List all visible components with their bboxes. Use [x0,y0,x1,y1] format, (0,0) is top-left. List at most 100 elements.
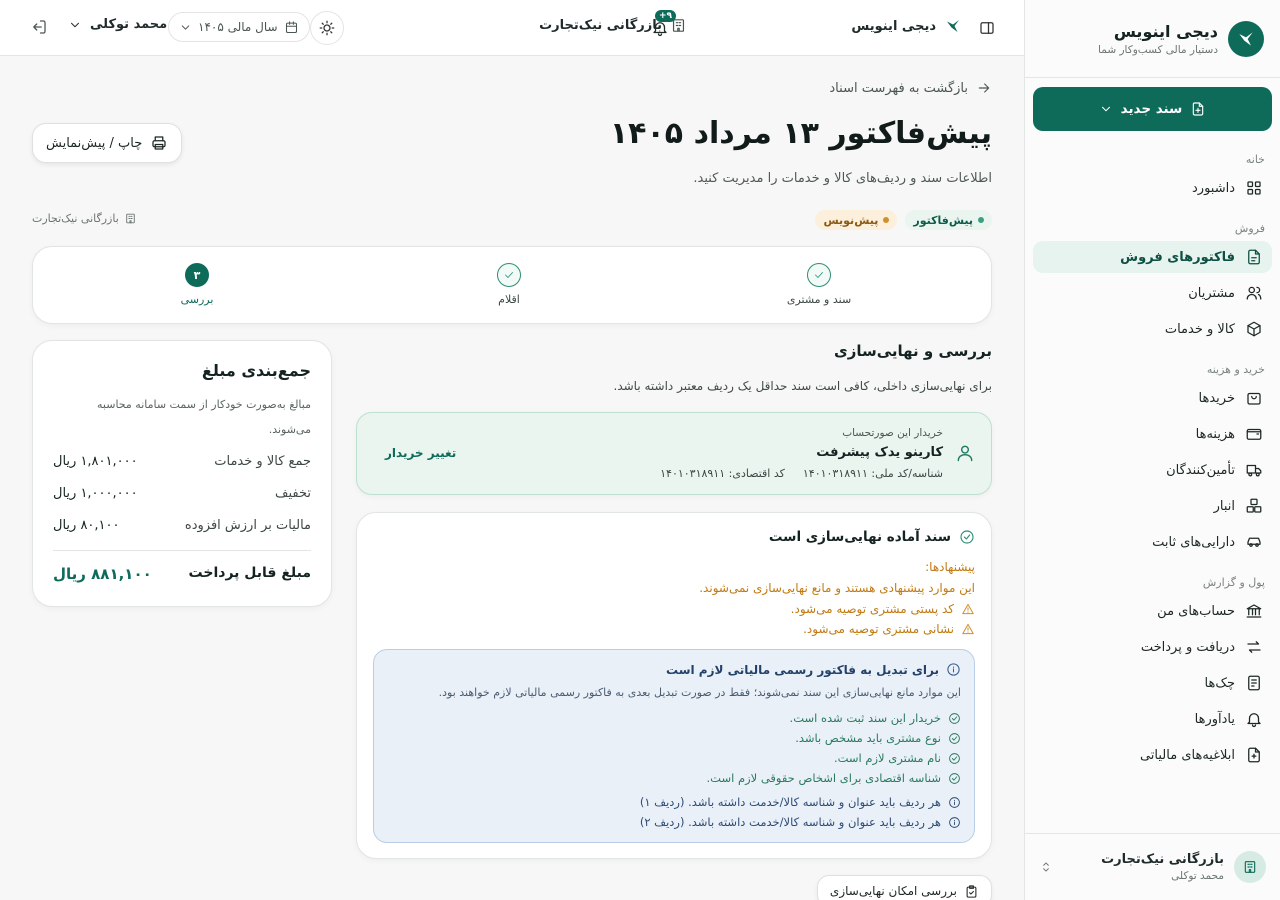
truck-icon [1246,464,1262,477]
bank-icon [1246,604,1262,618]
step-label: اقلام [498,293,520,306]
fiscal-year-select[interactable]: سال مالی ۱۴۰۵ [168,12,310,42]
sidebar-item-reminders[interactable]: یادآورها [1033,703,1272,735]
new-document-button[interactable]: سند جدید [1033,87,1272,131]
print-preview-label: چاپ / پیش‌نمایش [46,135,143,151]
theme-toggle-button[interactable] [310,11,344,45]
check-finalization-button[interactable]: بررسی امکان نهایی‌سازی [816,875,992,900]
sidebar-toggle-button[interactable] [970,11,1004,45]
notifications-button[interactable]: ۹+ [648,10,676,40]
sidebar-item-warehouse[interactable]: انبار [1033,490,1272,522]
sidebar-item-transfers[interactable]: دریافت و پرداخت [1033,631,1272,663]
change-buyer-link[interactable]: تغییر خریدار [385,446,456,460]
check-icon [807,263,831,287]
step-document-customer[interactable]: سند و مشتری [759,263,879,306]
chevron-up-down-icon [1043,862,1049,872]
sidebar-item-sales-invoices[interactable]: فاکتورهای فروش [1033,241,1272,273]
brand-logo-icon [1228,20,1264,57]
fiscal-year-label: سال مالی ۱۴۰۵ [198,20,278,34]
tax-check-item: نوع مشتری باید مشخص باشد. [795,731,961,745]
organization-switcher[interactable]: بازرگانی نیک‌تجارت محمد توکلی [1025,833,1280,900]
check-circle-icon [949,712,960,724]
tax-check-item: شناسه اقتصادی برای اشخاص حقوقی لازم است. [707,771,961,785]
info-icon [947,663,960,676]
summary-row: تخفیف ۱,۰۰۰,۰۰۰ ریال [53,486,311,501]
organization-user: محمد توکلی [1171,870,1224,882]
calendar-icon [285,20,297,33]
document-type-badge: پیش‌فاکتور [905,210,992,230]
back-to-documents-link[interactable]: بازگشت به فهرست اسناد [829,80,992,96]
main-content: بازگشت به فهرست اسناد پیش‌فاکتور ۱۳ مردا… [0,56,1024,900]
sidebar-item-label: دارایی‌های ثابت [1152,534,1235,550]
sidebar-item-label: انبار [1213,498,1235,514]
bag-icon [1247,392,1261,405]
check-circle-icon [949,732,960,744]
sidebar-item-cheques[interactable]: چک‌ها [1033,667,1272,699]
chevron-down-icon [1101,106,1110,112]
topbar-organization-label: بازرگانی نیک‌تجارت [539,18,662,33]
sidebar-item-purchases[interactable]: خریدها [1033,382,1272,414]
review-section-description: برای نهایی‌سازی داخلی، کافی است سند حداق… [613,379,993,393]
dashboard-icon [1247,181,1261,195]
step-number: ۳ [185,263,209,287]
step-items[interactable]: اقلام [449,263,569,306]
buyer-caption: خریدار این صورتحساب [842,427,943,439]
logout-button[interactable] [30,18,48,36]
sidebar-item-label: داشبورد [1192,180,1235,196]
organization-name: بازرگانی نیک‌تجارت [1101,852,1224,867]
logout-icon [33,20,46,34]
tax-notice-icon [1248,747,1260,763]
sidebar-item-dashboard[interactable]: داشبورد [1033,172,1272,204]
buyer-identifiers: شناسه/کد ملی: ۱۴۰۱۰۳۱۸۹۱۱ کد اقتصادی: ۱۴… [660,467,943,480]
bell-icon [1247,713,1261,728]
buyer-economic-code: کد اقتصادی: ۱۴۰۱۰۳۱۸۹۱۱ [660,467,785,480]
nav-group-home: خانه [1245,153,1265,166]
sidebar-item-expenses[interactable]: هزینه‌ها [1033,418,1272,450]
sidebar-item-products[interactable]: کالا و خدمات [1033,313,1272,345]
tax-note-item: هر ردیف باید عنوان و شناسه کالا/خدمت داش… [640,815,961,829]
chevron-down-icon [181,24,190,30]
car-icon [1247,537,1261,547]
page-title: پیش‌فاکتور ۱۳ مرداد ۱۴۰۵ [609,116,992,151]
new-document-label: سند جدید [1120,101,1183,117]
suggestion-item: کد پستی مشتری توصیه می‌شود. [791,602,975,616]
amount-summary-card: جمع‌بندی مبلغ مبالغ به‌صورت خودکار از سم… [32,340,332,607]
notification-count-badge: ۹+ [654,10,676,22]
check-icon [497,263,521,287]
sidebar-item-label: خریدها [1198,390,1235,406]
sidebar-item-label: چک‌ها [1204,675,1236,691]
review-section-title: بررسی و نهایی‌سازی [833,342,992,360]
sidebar-item-fixed-assets[interactable]: دارایی‌های ثابت [1033,526,1272,558]
brand-leaf-icon [947,20,959,32]
info-icon [949,796,960,808]
step-label: بررسی [180,293,214,306]
box-icon [1247,321,1261,337]
page-description: اطلاعات سند و ردیف‌های کالا و خدمات را م… [693,171,992,186]
tax-requirements-header: برای تبدیل به فاکتور رسمی مالیاتی لازم ا… [666,662,961,677]
user-icon [957,445,973,462]
summary-row: جمع کالا و خدمات ۱,۸۰۱,۰۰۰ ریال [53,454,311,469]
brand-title: دیجی اینویس [1113,21,1218,41]
sidebar-item-customers[interactable]: مشتریان [1033,277,1272,309]
building-icon [1234,851,1266,883]
brand-subtitle: دستیار مالی کسب‌وکار شما [1098,43,1218,56]
sidebar-item-label: هزینه‌ها [1195,426,1235,442]
summary-row: مالیات بر ارزش افزوده ۸۰,۱۰۰ ریال [53,518,311,533]
invoice-icon [1248,249,1260,265]
check-circle-icon [960,530,974,544]
sidebar-item-label: ابلاغیه‌های مالیاتی [1139,747,1235,763]
warning-icon [962,623,974,635]
sidebar-item-suppliers[interactable]: تأمین‌کنندگان [1033,454,1272,486]
summary-title: جمع‌بندی مبلغ [201,361,311,380]
printer-icon [152,136,166,150]
sidebar-item-tax-notices[interactable]: ابلاغیه‌های مالیاتی [1033,739,1272,771]
readiness-card: سند آماده نهایی‌سازی است پیشنهادها: این … [356,512,992,859]
suggestions-title: پیشنهادها: [925,560,975,574]
building-icon [126,213,135,224]
print-preview-button[interactable]: چاپ / پیش‌نمایش [32,123,183,163]
step-label: سند و مشتری [786,293,852,306]
info-icon [949,816,960,828]
sidebar-item-accounts[interactable]: حساب‌های من [1033,595,1272,627]
user-menu[interactable]: محمد توکلی [68,17,167,32]
step-review[interactable]: ۳ بررسی [137,263,257,306]
